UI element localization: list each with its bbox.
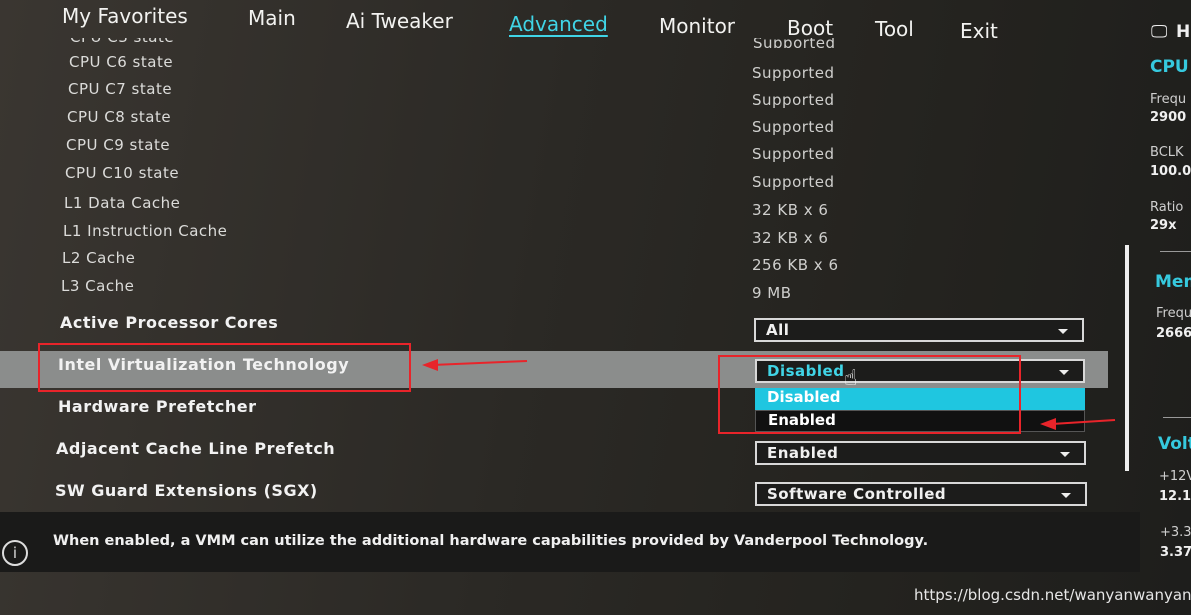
- hw-ratio-label: Ratio: [1150, 200, 1184, 215]
- hw-bclk-label: BCLK: [1150, 145, 1184, 160]
- arrow-head: [422, 359, 438, 371]
- monitor-icon: 🖵: [1151, 22, 1168, 42]
- hw-freq: 2900: [1150, 110, 1187, 125]
- divider: [1160, 251, 1191, 252]
- hw-mem-freq: 2666: [1156, 326, 1191, 341]
- watermark: https://blog.csdn.net/wanyanwanyan_: [914, 586, 1191, 604]
- hw-ratio: 29x: [1150, 218, 1177, 233]
- arrow-line: [431, 360, 528, 366]
- divider: [1163, 417, 1191, 418]
- info-icon: i: [2, 540, 28, 566]
- hw-33v: 3.37: [1160, 545, 1191, 560]
- hw-freq-label: Frequ: [1150, 92, 1187, 107]
- hw-cpu-heading: CPU: [1150, 57, 1189, 77]
- hw-12v: 12.1: [1159, 489, 1191, 504]
- hw-voltage-heading: Volt: [1158, 434, 1191, 454]
- arrow-line: [1051, 419, 1116, 425]
- hw-12v-label: +12V: [1159, 469, 1191, 484]
- hw-bclk: 100.0: [1150, 164, 1191, 179]
- hw-memory-heading: Mem: [1155, 272, 1191, 292]
- arrow-head: [1040, 418, 1056, 430]
- hw-33v-label: +3.3: [1160, 525, 1191, 540]
- scrollbar[interactable]: [1125, 245, 1129, 471]
- hw-mem-freq-label: Frequ: [1156, 306, 1191, 321]
- hw-monitor-title: H: [1176, 22, 1191, 42]
- help-bar: i When enabled, a VMM can utilize the ad…: [0, 512, 1140, 572]
- help-text: When enabled, a VMM can utilize the addi…: [53, 533, 929, 549]
